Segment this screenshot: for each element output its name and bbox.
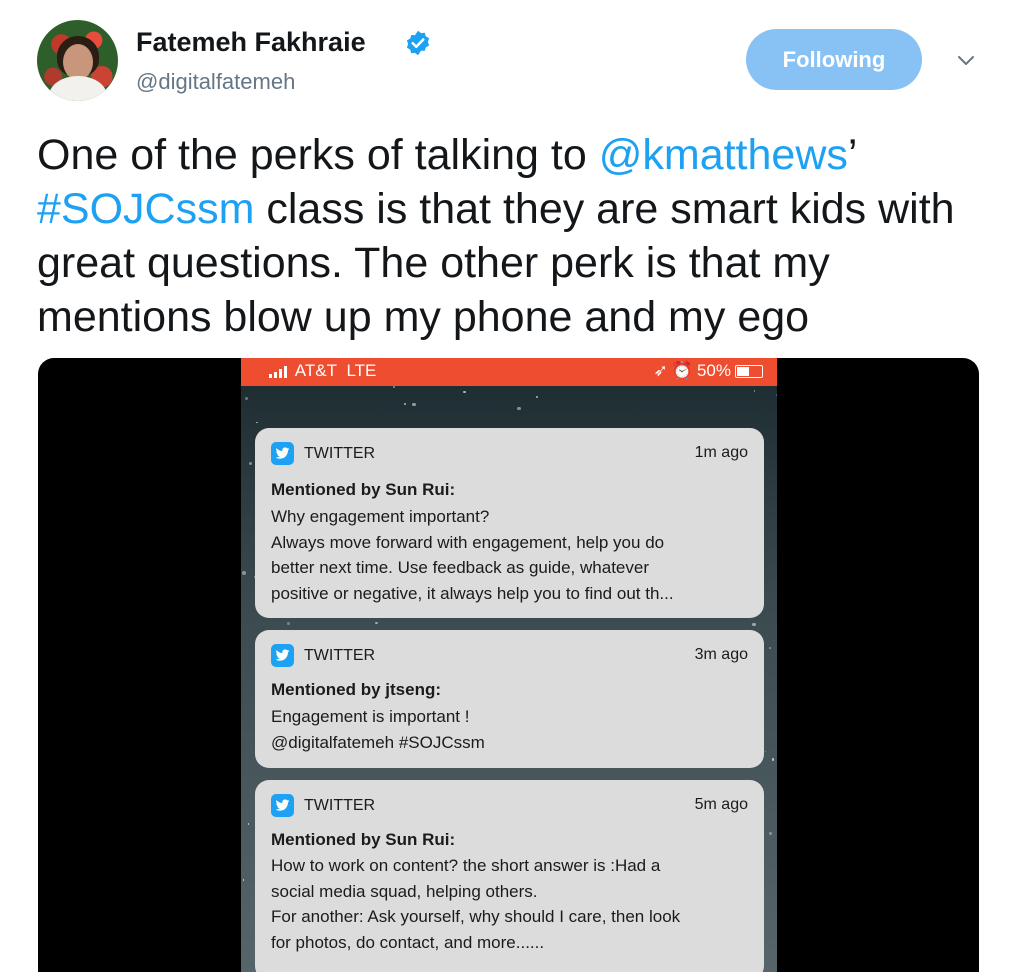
alarm-clock-icon: ⏰ <box>671 361 693 380</box>
carrier-info: AT&T LTE <box>269 361 376 381</box>
texture-speck <box>245 396 249 400</box>
texture-speck <box>753 390 756 392</box>
notification-line: For another: Ask yourself, why should I … <box>271 907 681 926</box>
notification-title: Mentioned by jtseng: <box>271 680 441 699</box>
avatar-body <box>49 76 107 101</box>
texture-speck <box>393 386 396 389</box>
notification-line: better next time. Use feedback as guide,… <box>271 558 649 577</box>
tweet-text-segment: ’ <box>847 131 856 179</box>
texture-speck <box>242 879 245 881</box>
notification-app-name: TWITTER <box>304 796 376 814</box>
notification-title: Mentioned by Sun Rui: <box>271 480 456 499</box>
following-button[interactable]: Following <box>746 29 922 90</box>
notification-line: Engagement is important ! <box>271 707 470 726</box>
texture-speck <box>403 403 406 405</box>
tweet-text: One of the perks of talking to @kmatthew… <box>37 128 997 344</box>
notification-line: for photos, do contact, and more...... <box>271 932 545 952</box>
chevron-down-icon[interactable] <box>954 48 978 72</box>
author-handle[interactable]: @digitalfatemeh <box>136 69 295 95</box>
texture-speck <box>287 622 291 626</box>
notification-app: TWITTER <box>271 442 375 465</box>
notification-time: 3m ago <box>694 646 748 663</box>
verified-badge-icon <box>406 30 430 56</box>
notification-body: How to work on content? the short answer… <box>271 853 751 955</box>
texture-speck <box>247 823 250 825</box>
notification-title: Mentioned by Sun Rui: <box>271 830 456 849</box>
notification-time: 5m ago <box>694 796 748 813</box>
notification-app-name: TWITTER <box>304 646 376 664</box>
tweet-media-image[interactable]: AT&T LTE ➶ ⏰ 50% TWITTER 1m ago Mentione… <box>38 358 979 972</box>
texture-speck <box>752 622 756 627</box>
texture-speck <box>412 402 416 407</box>
notification-line: positive or negative, it always help you… <box>271 583 674 603</box>
author-name[interactable]: Fatemeh Fakhraie <box>136 27 366 58</box>
notification-app: TWITTER <box>271 644 375 667</box>
texture-speck <box>769 647 771 649</box>
notification-app-name: TWITTER <box>304 444 376 462</box>
phone-screenshot: AT&T LTE ➶ ⏰ 50% TWITTER 1m ago Mentione… <box>241 358 777 972</box>
notification-body: Engagement is important ! @digitalfateme… <box>271 704 751 755</box>
signal-bars-icon <box>269 365 287 378</box>
notification-card[interactable]: TWITTER 5m ago Mentioned by Sun Rui: How… <box>255 780 764 972</box>
avatar[interactable] <box>37 20 118 101</box>
avatar-face <box>63 44 93 80</box>
hashtag-link[interactable]: #SOJCssm <box>37 185 254 233</box>
texture-speck <box>463 390 466 394</box>
battery-percent: 50% <box>696 361 731 380</box>
phone-status-bar: AT&T LTE ➶ ⏰ 50% <box>241 358 777 386</box>
twitter-bird-icon <box>271 644 294 667</box>
twitter-bird-icon <box>271 442 294 465</box>
notification-card[interactable]: TWITTER 1m ago Mentioned by Sun Rui: Why… <box>255 428 764 618</box>
notification-line: @digitalfatemeh #SOJCssm <box>271 732 485 752</box>
notification-card[interactable]: TWITTER 3m ago Mentioned by jtseng: Enga… <box>255 630 764 768</box>
texture-speck <box>768 831 773 836</box>
battery-icon <box>735 364 763 378</box>
notification-app: TWITTER <box>271 794 375 817</box>
notification-line: social media squad, helping others. <box>271 881 538 901</box>
mention-link[interactable]: @kmatthews <box>599 131 848 179</box>
twitter-bird-icon <box>271 794 294 817</box>
texture-speck <box>771 758 775 761</box>
location-arrow-icon: ➶ <box>653 361 668 380</box>
network-type: LTE <box>346 361 377 380</box>
notification-line: How to work on content? the short answer… <box>271 856 661 875</box>
texture-speck <box>255 421 258 424</box>
texture-speck <box>535 395 538 399</box>
notification-time: 1m ago <box>694 444 748 461</box>
notification-line: Always move forward with engagement, hel… <box>271 532 665 552</box>
texture-speck <box>776 394 777 397</box>
texture-speck <box>241 571 246 575</box>
carrier-name: AT&T <box>294 361 337 380</box>
status-right: ➶ ⏰ 50% <box>654 361 763 381</box>
notification-body: Why engagement important? Always move fo… <box>271 504 751 606</box>
texture-speck <box>516 406 521 411</box>
texture-speck <box>248 462 252 466</box>
notification-line: Why engagement important? <box>271 507 490 526</box>
texture-speck <box>375 621 378 625</box>
texture-speck <box>765 750 767 752</box>
tweet-text-segment: One of the perks of talking to <box>37 131 599 179</box>
